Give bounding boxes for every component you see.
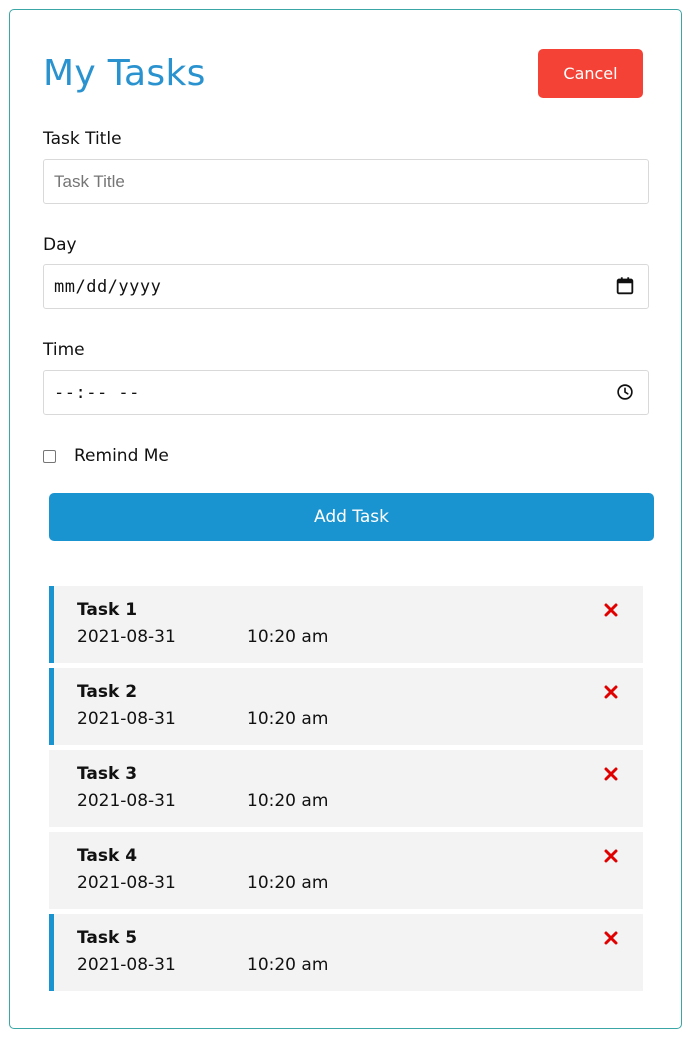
remind-me-label: Remind Me — [74, 446, 169, 466]
task-name: Task 3 — [77, 764, 138, 784]
add-task-button[interactable]: Add Task — [49, 493, 654, 541]
task-item[interactable]: Task 1 2021-08-31 10:20 am — [49, 586, 643, 663]
close-icon[interactable] — [603, 766, 619, 782]
calendar-icon[interactable] — [614, 275, 636, 297]
task-date: 2021-08-31 — [77, 627, 176, 647]
cancel-button[interactable]: Cancel — [538, 49, 643, 98]
task-title-label: Task Title — [43, 129, 122, 149]
task-title-placeholder: Task Title — [54, 172, 125, 191]
task-item[interactable]: Task 4 2021-08-31 10:20 am — [49, 832, 643, 909]
task-item[interactable]: Task 2 2021-08-31 10:20 am — [49, 668, 643, 745]
time-label: Time — [43, 340, 85, 360]
task-date: 2021-08-31 — [77, 873, 176, 893]
task-time: 10:20 am — [247, 709, 329, 729]
task-date: 2021-08-31 — [77, 709, 176, 729]
task-date: 2021-08-31 — [77, 791, 176, 811]
task-time: 10:20 am — [247, 955, 329, 975]
task-date: 2021-08-31 — [77, 955, 176, 975]
clock-icon[interactable] — [614, 381, 636, 403]
task-name: Task 4 — [77, 846, 138, 866]
time-value: --:-- -- — [54, 383, 140, 403]
task-name: Task 2 — [77, 682, 138, 702]
close-icon[interactable] — [603, 930, 619, 946]
task-time: 10:20 am — [247, 791, 329, 811]
close-icon[interactable] — [603, 684, 619, 700]
close-icon[interactable] — [603, 848, 619, 864]
close-icon[interactable] — [603, 602, 619, 618]
task-title-input[interactable]: Task Title — [43, 159, 649, 204]
task-item[interactable]: Task 5 2021-08-31 10:20 am — [49, 914, 643, 991]
day-date-input[interactable]: mm/dd/yyyy — [43, 264, 649, 309]
time-input[interactable]: --:-- -- — [43, 370, 649, 415]
task-item[interactable]: Task 3 2021-08-31 10:20 am — [49, 750, 643, 827]
task-name: Task 5 — [77, 928, 138, 948]
page-title: My Tasks — [43, 53, 206, 94]
task-time: 10:20 am — [247, 873, 329, 893]
task-time: 10:20 am — [247, 627, 329, 647]
task-name: Task 1 — [77, 600, 138, 620]
day-label: Day — [43, 235, 77, 255]
remind-me-checkbox[interactable] — [43, 450, 56, 463]
day-value: mm/dd/yyyy — [54, 277, 162, 297]
